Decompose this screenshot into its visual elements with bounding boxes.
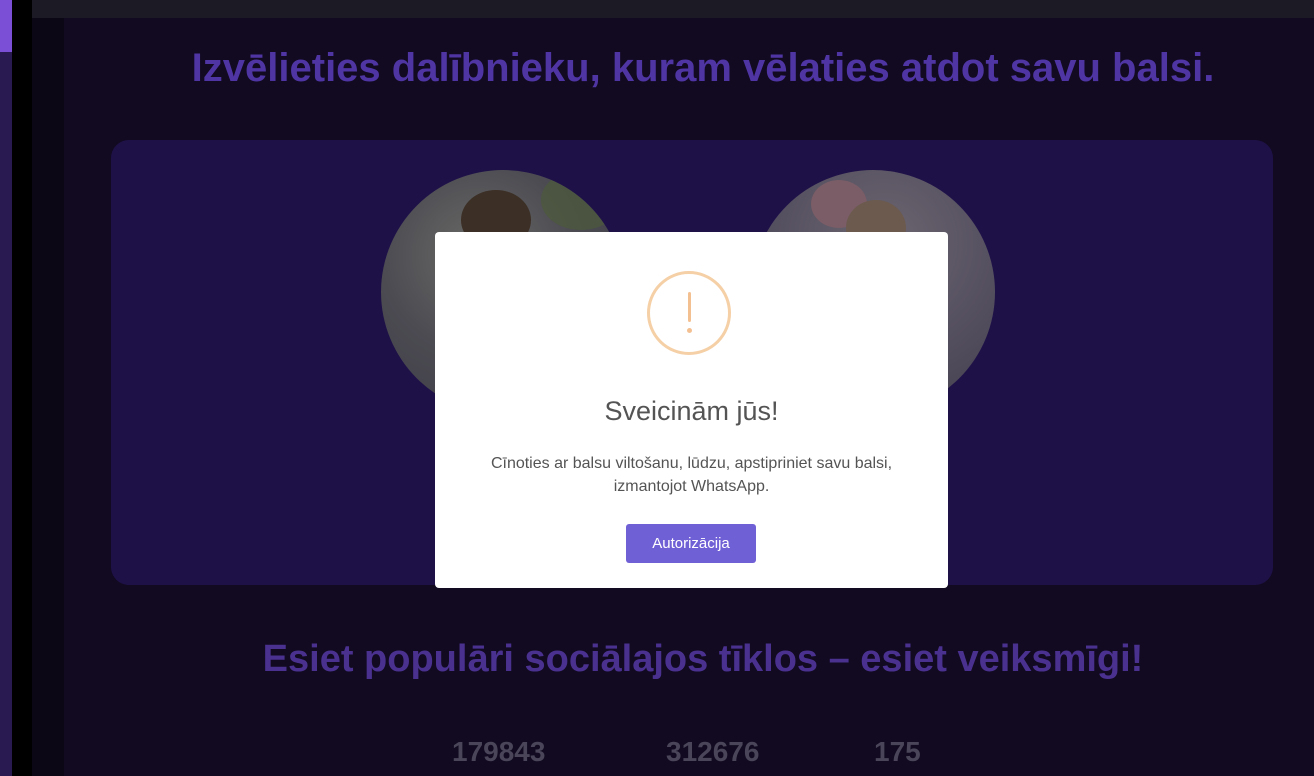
screen: Izvēlieties dalībnieku, kuram vēlaties a… <box>0 0 1314 776</box>
page-headline: Izvēlieties dalībnieku, kuram vēlaties a… <box>191 46 1215 90</box>
modal-title: Sveicinām jūs! <box>604 396 779 426</box>
social-section-title: Esiet populāri sociālajos tīklos – esiet… <box>262 638 1144 680</box>
exclamation-circle-icon <box>647 271 731 355</box>
browser-top-bar <box>32 0 1314 18</box>
bezel <box>12 0 32 776</box>
stat-value: 175 <box>874 736 921 767</box>
stats-row: 179843 312676 175 <box>32 736 1314 776</box>
stat-value: 179843 <box>452 736 546 767</box>
exclamation-dot <box>687 328 692 333</box>
photo-background-leaf <box>541 170 621 230</box>
authorization-modal: Sveicinām jūs! Cīnoties ar balsu viltoša… <box>435 232 948 588</box>
left-window-strip <box>0 0 12 776</box>
authorization-button[interactable]: Autorizācija <box>626 524 756 563</box>
left-window-accent <box>0 0 12 52</box>
stat-value: 312676 <box>666 736 760 767</box>
exclamation-bar <box>688 292 691 322</box>
modal-message: Cīnoties ar balsu viltošanu, lūdzu, apst… <box>490 455 893 495</box>
page-edge <box>32 18 64 776</box>
